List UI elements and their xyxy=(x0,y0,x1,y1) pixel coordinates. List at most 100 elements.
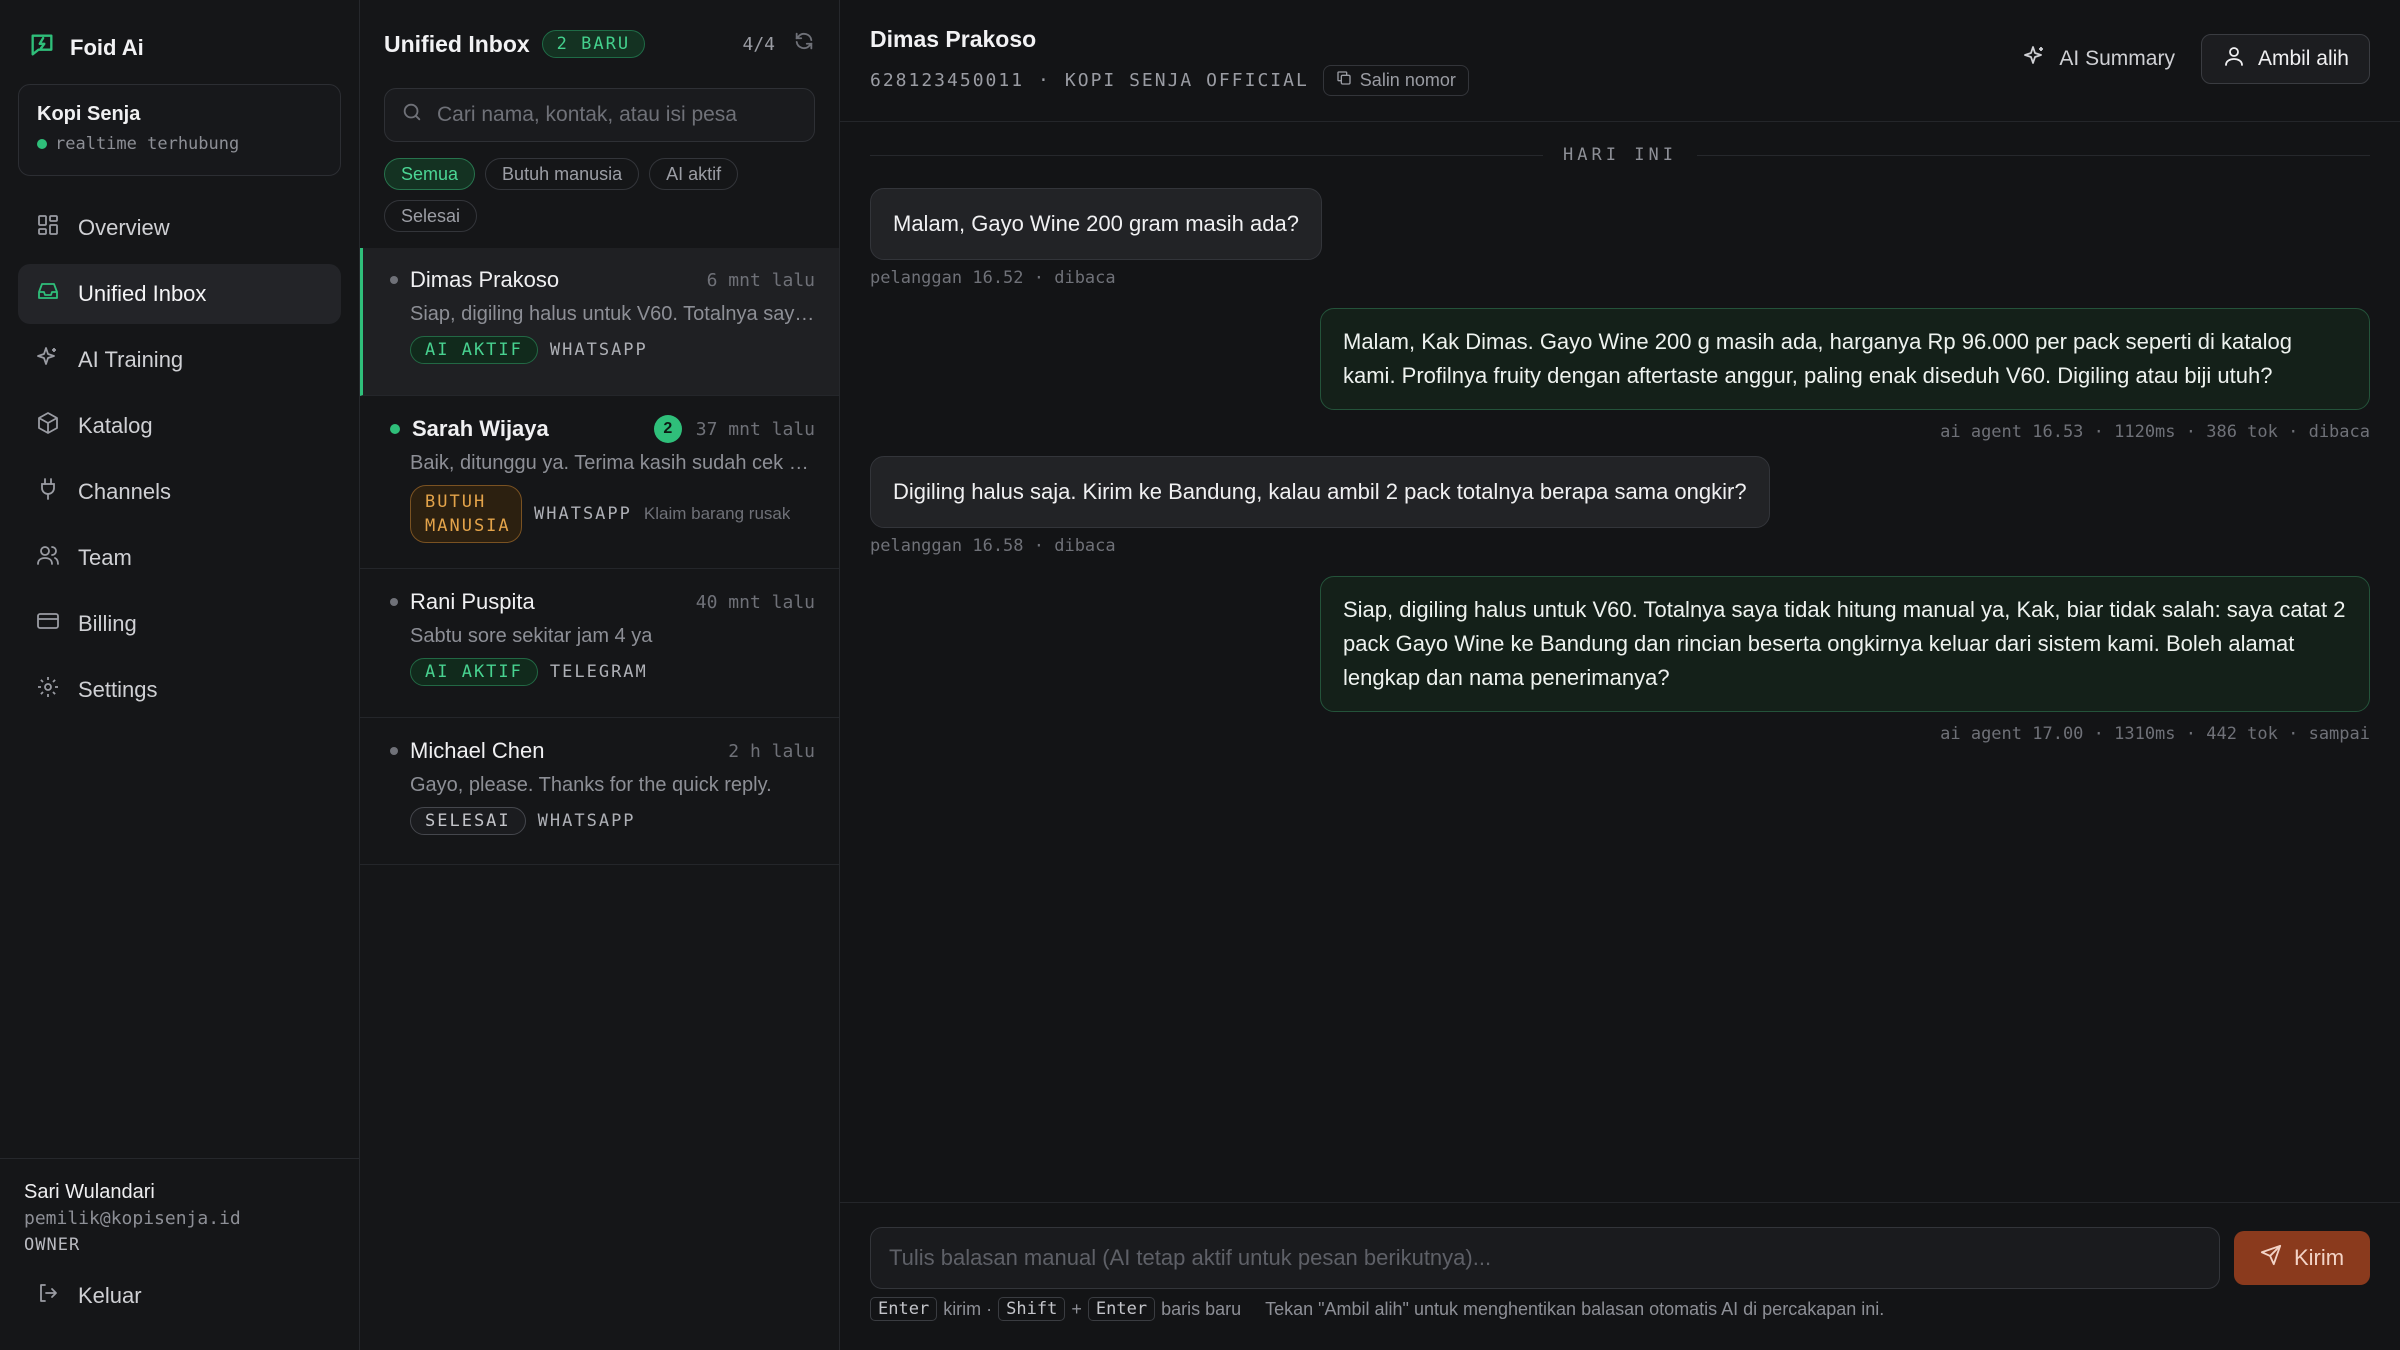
send-button[interactable]: Kirim xyxy=(2234,1231,2370,1285)
logout-icon xyxy=(36,1281,60,1311)
logout-button[interactable]: Keluar xyxy=(24,1281,335,1311)
message-thread: HARI INI Malam, Gayo Wine 200 gram masih… xyxy=(840,122,2400,1202)
conversation-item[interactable]: Dimas Prakoso 6 mnt lalu Siap, digiling … xyxy=(360,248,839,396)
message-bubble: Malam, Kak Dimas. Gayo Wine 200 g masih … xyxy=(1320,308,2370,410)
conversation-time: 6 mnt lalu xyxy=(706,269,815,291)
sparkle-icon xyxy=(36,345,60,375)
sidebar-item-label: Katalog xyxy=(78,413,153,438)
workspace-name: Kopi Senja xyxy=(37,103,141,125)
app-root: Foid Ai Kopi Senja realtime terhubung Ov… xyxy=(0,0,2400,1350)
user-name: Sari Wulandari xyxy=(24,1181,155,1203)
gear-icon xyxy=(36,675,60,705)
meta-separator: · xyxy=(1038,70,1051,91)
conversation-item[interactable]: Michael Chen 2 h lalu Gayo, please. Than… xyxy=(360,718,839,865)
ai-summary-button[interactable]: AI Summary xyxy=(2023,44,2175,74)
composer-hint: Enter kirim · Shift + Enter baris baru T… xyxy=(870,1297,2370,1321)
day-divider: HARI INI xyxy=(870,122,2370,188)
day-label: HARI INI xyxy=(1543,145,1697,165)
message-meta: ai agent 17.00 · 1310ms · 442 tok · samp… xyxy=(1940,724,2370,744)
sidebar-item-katalog[interactable]: Katalog xyxy=(18,396,341,456)
filter-ai-active[interactable]: AI aktif xyxy=(649,158,739,190)
inbox-header: Unified Inbox 2 BARU 4/4 xyxy=(360,0,839,88)
sidebar-item-team[interactable]: Team xyxy=(18,528,341,588)
message-outgoing: Malam, Kak Dimas. Gayo Wine 200 g masih … xyxy=(870,308,2370,442)
presence-dot xyxy=(390,747,398,755)
ai-summary-label: AI Summary xyxy=(2059,47,2175,70)
card-icon xyxy=(36,609,60,639)
sidebar-item-billing[interactable]: Billing xyxy=(18,594,341,654)
conversation-count: 4/4 xyxy=(742,33,775,55)
copy-icon xyxy=(1336,70,1352,91)
logo-icon xyxy=(28,31,56,65)
chat-actions: AI Summary Ambil alih xyxy=(2023,34,2370,84)
channel-account: KOPI SENJA OFFICIAL xyxy=(1064,70,1309,91)
search-box xyxy=(384,88,815,142)
sidebar-item-label: Settings xyxy=(78,677,158,702)
sidebar-item-label: Channels xyxy=(78,479,171,504)
status-badge: AI AKTIF xyxy=(410,658,538,686)
contact-name: Rani Puspita xyxy=(410,589,535,614)
copy-number-button[interactable]: Salin nomor xyxy=(1322,65,1469,96)
chat-header: Dimas Prakoso 628123450011 · KOPI SENJA … xyxy=(840,0,2400,122)
sidebar-item-overview[interactable]: Overview xyxy=(18,198,341,258)
contact-name: Sarah Wijaya xyxy=(412,416,549,441)
channel-label: TELEGRAM xyxy=(549,662,648,682)
contact-name: Dimas Prakoso xyxy=(410,267,560,292)
plug-icon xyxy=(36,477,60,507)
hint-newline: baris baru xyxy=(1161,1298,1242,1319)
take-over-button[interactable]: Ambil alih xyxy=(2200,34,2370,84)
conversation-time: 2 h lalu xyxy=(728,740,815,762)
send-icon xyxy=(2260,1244,2282,1272)
sparkle-icon xyxy=(2023,44,2047,74)
enter-key: Enter xyxy=(870,1297,938,1321)
filter-done[interactable]: Selesai xyxy=(384,200,478,232)
inbox-icon xyxy=(36,279,60,309)
message-meta: ai agent 16.53 · 1120ms · 386 tok · diba… xyxy=(1940,422,2370,442)
user-icon xyxy=(2222,44,2246,74)
hint-plus: + xyxy=(1071,1298,1082,1319)
grid-icon xyxy=(36,213,60,243)
workspace-switcher[interactable]: Kopi Senja realtime terhubung xyxy=(18,84,341,176)
channel-label: WHATSAPP xyxy=(534,504,632,524)
contact-phone: 628123450011 xyxy=(870,70,1025,91)
channel-label: WHATSAPP xyxy=(549,340,648,360)
message-bubble: Siap, digiling halus untuk V60. Totalnya… xyxy=(1320,576,2370,712)
search-input[interactable] xyxy=(437,103,798,127)
message-bubble: Digiling halus saja. Kirim ke Bandung, k… xyxy=(870,456,1770,528)
filter-chips: Semua Butuh manusia AI aktif Selesai xyxy=(360,142,840,232)
message-preview: Sabtu sore sekitar jam 4 ya xyxy=(410,625,653,647)
copy-number-label: Salin nomor xyxy=(1359,70,1456,90)
inbox-title: Unified Inbox xyxy=(384,30,530,57)
sidebar-item-settings[interactable]: Settings xyxy=(18,660,341,720)
refresh-icon[interactable] xyxy=(793,30,815,58)
status-badge: AI AKTIF xyxy=(410,336,538,364)
search-icon xyxy=(401,101,423,129)
sidebar-item-ai-training[interactable]: AI Training xyxy=(18,330,341,390)
sidebar-item-unified-inbox[interactable]: Unified Inbox xyxy=(18,264,341,324)
message-preview: Baik, ditunggu ya. Terima kasih sudah ce… xyxy=(410,452,815,474)
composer: Kirim Enter kirim · Shift + Enter baris … xyxy=(840,1202,2400,1350)
sidebar: Foid Ai Kopi Senja realtime terhubung Ov… xyxy=(0,0,360,1350)
conversation-item[interactable]: Sarah Wijaya 2 37 mnt lalu Baik, ditungg… xyxy=(360,396,839,569)
user-email: pemilik@kopisenja.id xyxy=(24,1208,241,1229)
filter-all[interactable]: Semua xyxy=(384,158,476,190)
status-dot xyxy=(37,139,47,149)
filter-needs-human[interactable]: Butuh manusia xyxy=(485,158,640,190)
online-dot xyxy=(390,424,400,434)
new-count-badge: 2 BARU xyxy=(541,30,646,58)
shift-key: Shift xyxy=(998,1297,1066,1321)
message-bubble: Malam, Gayo Wine 200 gram masih ada? xyxy=(870,188,1322,260)
message-incoming: Malam, Gayo Wine 200 gram masih ada? pel… xyxy=(870,188,2370,288)
conversation-time: 37 mnt lalu xyxy=(695,418,815,440)
realtime-status-text: realtime terhubung xyxy=(55,134,240,154)
sidebar-item-label: AI Training xyxy=(78,347,184,372)
status-badge: SELESAI xyxy=(410,807,526,835)
sidebar-item-channels[interactable]: Channels xyxy=(18,462,341,522)
brand[interactable]: Foid Ai xyxy=(0,0,359,70)
message-incoming: Digiling halus saja. Kirim ke Bandung, k… xyxy=(870,456,2370,556)
conversation-item[interactable]: Rani Puspita 40 mnt lalu Sabtu sore seki… xyxy=(360,569,839,718)
conversation-time: 40 mnt lalu xyxy=(695,591,815,613)
presence-dot xyxy=(390,598,398,606)
message-preview: Gayo, please. Thanks for the quick reply… xyxy=(410,774,772,796)
reply-input[interactable] xyxy=(870,1227,2220,1289)
